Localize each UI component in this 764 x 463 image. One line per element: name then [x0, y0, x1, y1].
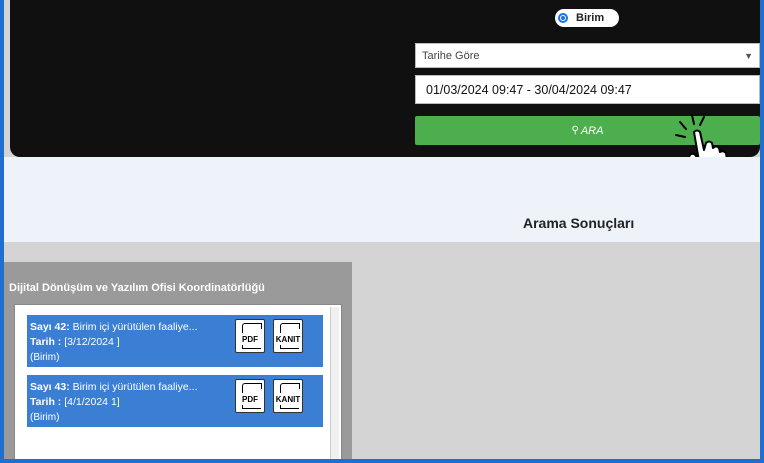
search-button-label: ARA — [580, 124, 604, 137]
item-desc: Birim içi yürütülen faaliye... — [72, 381, 198, 393]
item-desc: Birim içi yürütülen faaliye... — [72, 321, 198, 333]
results-band — [4, 157, 760, 242]
item-number: Sayı 43: — [30, 381, 70, 393]
item-number: Sayı 42: — [30, 321, 70, 333]
scrollbar[interactable] — [330, 307, 339, 459]
date-filter-value: Tarihe Göre — [422, 50, 480, 62]
item-date-label: Tarih : — [30, 336, 62, 348]
item-date: [4/1/2024 1] — [64, 396, 120, 408]
item-date: [3/12/2024 ] — [64, 336, 120, 348]
list-item[interactable]: Sayı 42: Birim içi yürütülen faaliye... … — [27, 315, 323, 367]
kanit-icon[interactable]: KANIT — [273, 379, 303, 413]
birim-radio-label: Birim — [576, 12, 605, 24]
date-filter-select[interactable]: Tarihe Göre ▼ — [415, 43, 760, 68]
pdf-icon[interactable]: PDF — [235, 379, 265, 413]
app-frame: Birim Tarihe Göre ▼ 01/03/2024 09:47 - 3… — [4, 0, 760, 459]
results-title: Arama Sonuçları — [523, 215, 635, 231]
search-icon: ⚲ — [571, 125, 579, 136]
kanit-icon[interactable]: KANIT — [273, 319, 303, 353]
panel-title: Dijital Dönüşüm ve Yazılım Ofisi Koordin… — [9, 282, 265, 294]
birim-radio[interactable]: Birim — [555, 9, 619, 27]
unit-panel: Dijital Dönüşüm ve Yazılım Ofisi Koordin… — [4, 262, 352, 459]
date-range-input[interactable]: 01/03/2024 09:47 - 30/04/2024 09:47 — [415, 75, 760, 104]
pdf-icon[interactable]: PDF — [235, 319, 265, 353]
date-range-value: 01/03/2024 09:47 - 30/04/2024 09:47 — [426, 83, 632, 97]
list-item[interactable]: Sayı 43: Birim içi yürütülen faaliye... … — [27, 375, 323, 427]
caret-down-icon: ▼ — [744, 51, 753, 61]
result-list: Sayı 42: Birim içi yürütülen faaliye... … — [14, 304, 342, 459]
radio-selected-icon — [558, 13, 568, 23]
search-panel: Birim Tarihe Göre ▼ 01/03/2024 09:47 - 3… — [10, 0, 760, 157]
item-date-label: Tarih : — [30, 396, 62, 408]
